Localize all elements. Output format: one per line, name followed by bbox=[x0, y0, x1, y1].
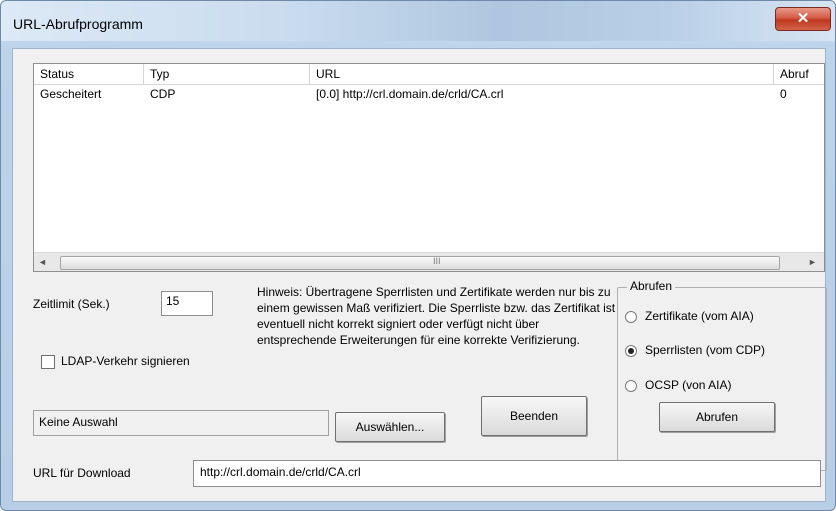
row-abruf: 0 bbox=[780, 87, 787, 101]
scroll-grip-icon: III bbox=[433, 256, 441, 266]
scroll-left-icon[interactable]: ◄ bbox=[34, 253, 51, 271]
list-header: Status Typ URL Abruf bbox=[34, 64, 824, 85]
radio-ocsp-label: OCSP (von AIA) bbox=[645, 378, 732, 392]
column-header-status[interactable]: Status bbox=[34, 64, 144, 84]
radio-certificates-label: Zertifikate (vom AIA) bbox=[645, 309, 754, 323]
ldap-checkbox[interactable] bbox=[41, 355, 55, 369]
row-typ: CDP bbox=[150, 87, 176, 101]
exit-button[interactable]: Beenden bbox=[481, 396, 587, 436]
scrollbar-thumb[interactable]: III bbox=[60, 256, 780, 270]
column-header-url[interactable]: URL bbox=[310, 64, 774, 84]
list-row[interactable]: Gescheitert CDP [0.0] http://crl.domain.… bbox=[34, 85, 824, 103]
row-url: [0.0] http://crl.domain.de/crld/CA.crl bbox=[316, 87, 504, 101]
column-header-typ[interactable]: Typ bbox=[144, 64, 310, 84]
row-status: Gescheitert bbox=[40, 87, 102, 101]
download-url-label: URL für Download bbox=[33, 466, 131, 480]
hint-text: Hinweis: Übertragene Sperrlisten und Zer… bbox=[257, 285, 616, 347]
scroll-right-icon[interactable]: ► bbox=[804, 253, 821, 271]
column-header-abruf[interactable]: Abruf bbox=[774, 64, 824, 84]
url-retrieval-dialog: URL-Abrufprogramm ✕ Status Typ URL Abruf… bbox=[0, 0, 836, 511]
horizontal-scrollbar[interactable]: ◄ III ► bbox=[34, 252, 824, 271]
radio-crls-label: Sperrlisten (vom CDP) bbox=[645, 343, 766, 357]
radio-crls[interactable] bbox=[625, 345, 637, 357]
retrieve-legend: Abrufen bbox=[627, 279, 676, 293]
download-url-input[interactable]: http://crl.domain.de/crld/CA.crl bbox=[193, 460, 821, 487]
close-icon: ✕ bbox=[796, 10, 810, 27]
ldap-label: LDAP-Verkehr signieren bbox=[61, 354, 190, 368]
url-list[interactable]: Status Typ URL Abruf Gescheitert CDP [0.… bbox=[33, 63, 825, 272]
timeout-label: Zeitlimit (Sek.) bbox=[33, 297, 110, 311]
dialog-client-area: Status Typ URL Abruf Gescheitert CDP [0.… bbox=[12, 48, 827, 502]
radio-ocsp[interactable] bbox=[625, 380, 637, 392]
select-button[interactable]: Auswählen... bbox=[335, 412, 445, 442]
title-bar[interactable]: URL-Abrufprogramm ✕ bbox=[1, 1, 835, 41]
timeout-input[interactable]: 15 bbox=[161, 291, 213, 316]
window-title: URL-Abrufprogramm bbox=[13, 16, 143, 32]
radio-certificates[interactable] bbox=[625, 311, 637, 323]
close-button[interactable]: ✕ bbox=[775, 7, 831, 31]
retrieve-button[interactable]: Abrufen bbox=[659, 402, 775, 432]
selection-display: Keine Auswahl bbox=[33, 410, 329, 436]
